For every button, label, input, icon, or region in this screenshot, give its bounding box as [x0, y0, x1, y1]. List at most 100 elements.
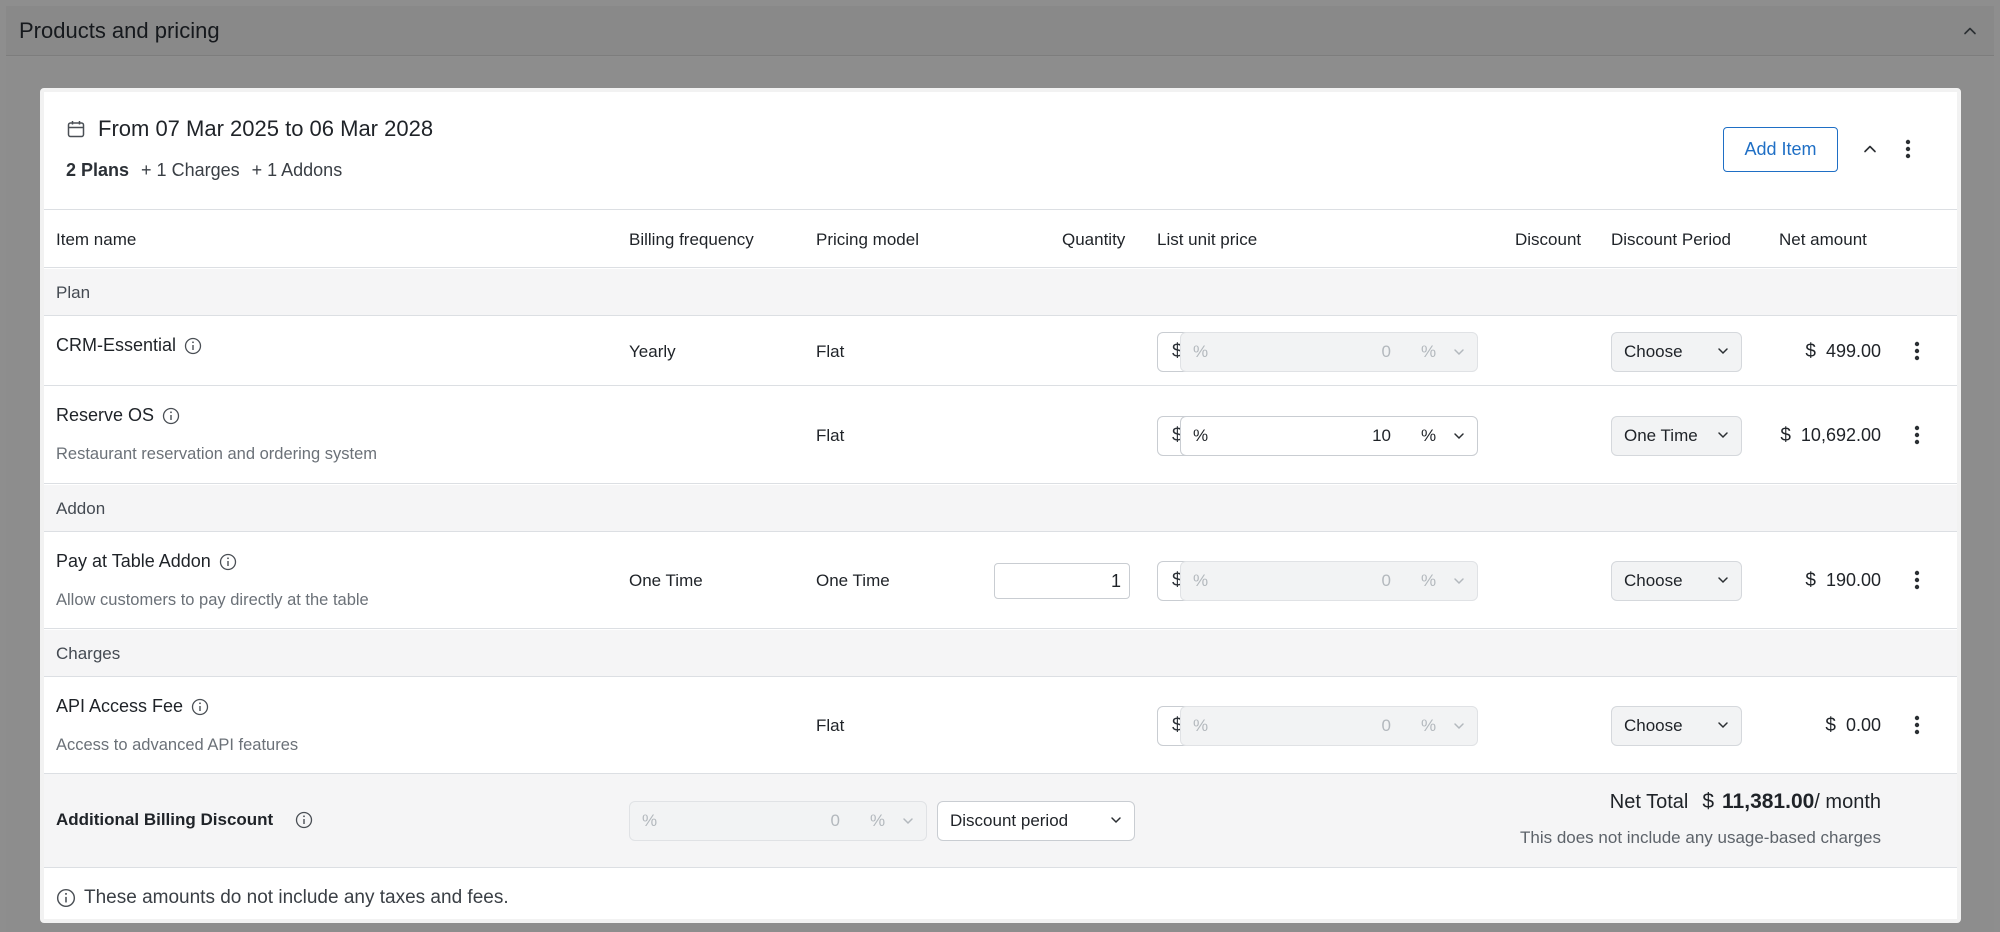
discount-input[interactable]: % 0 % [1180, 332, 1478, 372]
net-total-period: / month [1814, 791, 1881, 813]
info-icon[interactable] [295, 811, 313, 829]
item-description: Restaurant reservation and ordering syst… [56, 445, 377, 463]
chevron-down-icon [1717, 426, 1729, 446]
discount-value: 0 [1381, 571, 1391, 590]
discount-unit: % [1421, 571, 1437, 590]
discount-period-select[interactable]: One Time [1611, 416, 1742, 456]
more-options-icon[interactable] [1907, 339, 1927, 363]
col-net-amount: Net amount [1779, 230, 1867, 249]
discount-unit: % [1421, 716, 1437, 735]
billing-frequency: Yearly [629, 342, 676, 361]
chevron-down-icon [1717, 342, 1729, 362]
col-discount: Discount [1515, 230, 1582, 249]
discount-unit: % [1421, 426, 1437, 445]
discount-value: 0 [1381, 342, 1391, 361]
group-label: Addon [56, 499, 106, 518]
pricing-model: One Time [816, 571, 890, 590]
group-addon: Addon [44, 485, 1957, 532]
more-options-icon[interactable] [1907, 568, 1927, 592]
group-charges: Charges [44, 630, 1957, 677]
chevron-down-icon [1717, 571, 1729, 591]
discount-type: % [1193, 571, 1209, 590]
discount-type: % [1193, 426, 1209, 445]
pricing-card: From 07 Mar 2025 to 06 Mar 2028 2 Plans … [40, 88, 1961, 923]
chevron-down-icon[interactable] [898, 815, 914, 827]
info-icon [56, 888, 76, 908]
chevron-down-icon [1110, 811, 1122, 831]
pricing-model: Flat [816, 426, 845, 445]
tax-note: These amounts do not include any taxes a… [56, 887, 509, 909]
item-counts: 2 Plans + 1 Charges + 1 Addons [66, 160, 342, 181]
table-row: API Access Fee Access to advanced API fe… [44, 678, 1957, 774]
table-row: Reserve OS Restaurant reservation and or… [44, 387, 1957, 484]
discount-value: 10 [1372, 426, 1391, 445]
discount-value: 0 [1381, 716, 1391, 735]
item-name: Reserve OS [56, 405, 180, 426]
quantity-input[interactable] [994, 563, 1130, 599]
col-pricing-model: Pricing model [816, 230, 919, 249]
charges-count: + 1 Charges [141, 160, 240, 180]
more-options-icon[interactable] [1907, 713, 1927, 737]
info-icon[interactable] [191, 698, 209, 716]
net-total-amount: 11,381.00 [1722, 790, 1815, 813]
plans-count: 2 Plans [66, 160, 130, 180]
section-header[interactable]: Products and pricing [6, 6, 1994, 56]
chevron-down-icon [1717, 716, 1729, 736]
discount-input[interactable]: % 0 % [1180, 561, 1478, 601]
col-item-name: Item name [56, 230, 137, 249]
col-billing-frequency: Billing frequency [629, 230, 754, 249]
card-header: From 07 Mar 2025 to 06 Mar 2028 2 Plans … [44, 92, 1957, 210]
item-name: API Access Fee [56, 696, 209, 717]
more-options-icon[interactable] [1897, 138, 1919, 160]
usage-note: This does not include any usage-based ch… [1519, 828, 1881, 847]
more-options-icon[interactable] [1907, 423, 1927, 447]
net-amount: $190.00 [1805, 570, 1881, 591]
pricing-model: Flat [816, 342, 845, 361]
group-label: Plan [56, 283, 91, 302]
table-header: Item name Billing frequency Pricing mode… [44, 210, 1957, 268]
discount-type: % [1193, 342, 1209, 361]
info-icon[interactable] [219, 553, 237, 571]
chevron-down-icon[interactable] [1449, 720, 1465, 732]
table-row: Pay at Table Addon Allow customers to pa… [44, 533, 1957, 629]
net-amount: $499.00 [1805, 341, 1881, 362]
chevron-down-icon[interactable] [1449, 575, 1465, 587]
calendar-icon [66, 119, 86, 139]
discount-input[interactable]: % 0 % [1180, 706, 1478, 746]
table-row: CRM-Essential Yearly Flat 1 $ 499 % 0 % … [44, 317, 1957, 386]
col-discount-period: Discount Period [1611, 230, 1732, 249]
discount-input[interactable]: % 10 % [1180, 416, 1478, 456]
info-icon[interactable] [162, 407, 180, 425]
group-label: Charges [56, 644, 121, 663]
group-plan: Plan [44, 269, 1957, 316]
chevron-up-icon[interactable] [1859, 138, 1881, 160]
additional-discount-period-select[interactable]: Discount period [937, 801, 1135, 841]
chevron-up-icon[interactable] [1959, 20, 1981, 42]
date-range-row: From 07 Mar 2025 to 06 Mar 2028 [66, 116, 433, 142]
date-range: From 07 Mar 2025 to 06 Mar 2028 [98, 116, 434, 141]
discount-period-select[interactable]: Choose [1611, 332, 1742, 372]
billing-frequency: One Time [629, 571, 703, 590]
discount-type: % [1193, 716, 1209, 735]
net-total: Net Total $ 11,381.00/ month [1609, 790, 1881, 813]
additional-discount-row: Additional Billing Discount % 0 % Discou… [44, 774, 1957, 868]
net-amount: $0.00 [1825, 715, 1881, 736]
discount-unit: % [1421, 342, 1437, 361]
item-name: CRM-Essential [56, 335, 202, 356]
discount-period-select[interactable]: Choose [1611, 706, 1742, 746]
pricing-model: Flat [816, 716, 845, 735]
info-icon[interactable] [184, 337, 202, 355]
chevron-down-icon[interactable] [1449, 430, 1465, 442]
additional-discount-input[interactable]: % 0 % [629, 801, 927, 841]
net-amount: $10,692.00 [1780, 425, 1881, 446]
add-item-button[interactable]: Add Item [1723, 127, 1838, 172]
item-name: Pay at Table Addon [56, 551, 237, 572]
additional-discount-label: Additional Billing Discount [56, 810, 313, 830]
item-description: Access to advanced API features [56, 736, 299, 754]
chevron-down-icon[interactable] [1449, 346, 1465, 358]
discount-period-select[interactable]: Choose [1611, 561, 1742, 601]
net-total-label: Net Total [1609, 791, 1689, 813]
col-list-unit-price: List unit price [1157, 230, 1258, 249]
col-quantity: Quantity [1062, 230, 1126, 249]
addons-count: + 1 Addons [251, 160, 343, 180]
